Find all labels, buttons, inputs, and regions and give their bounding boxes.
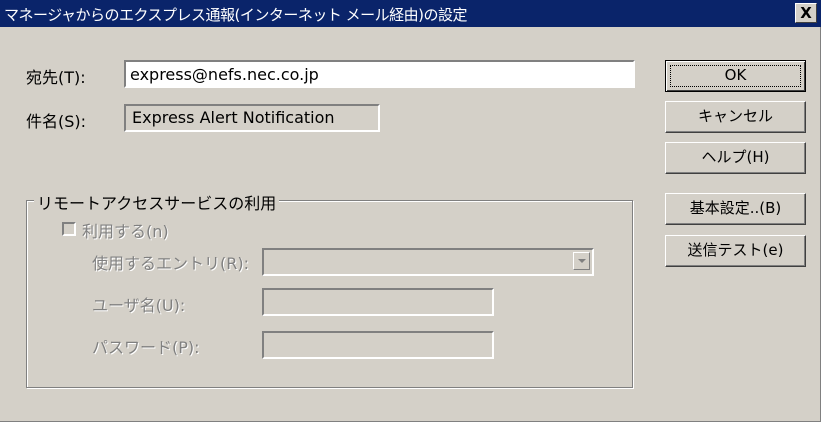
- close-button[interactable]: X: [795, 3, 817, 23]
- send-test-button[interactable]: 送信テスト(e): [665, 235, 806, 267]
- remote-access-group-title: リモートアクセスサービスの利用: [34, 190, 280, 214]
- destination-input[interactable]: [126, 62, 633, 86]
- password-field[interactable]: [262, 331, 494, 359]
- username-label: ユーザ名(U):: [92, 296, 186, 315]
- ok-button[interactable]: OK: [665, 60, 806, 92]
- use-remote-access-checkbox[interactable]: [62, 222, 76, 236]
- subject-label: 件名(S):: [26, 112, 87, 131]
- subject-value: Express Alert Notification: [132, 108, 335, 127]
- username-field[interactable]: [262, 288, 494, 316]
- cancel-button[interactable]: キャンセル: [665, 101, 806, 133]
- use-remote-access-label: 利用する(n): [82, 222, 169, 241]
- destination-label: 宛先(T):: [26, 68, 86, 87]
- focus-rectangle: [670, 65, 801, 87]
- help-button[interactable]: ヘルプ(H): [665, 142, 806, 174]
- email-alert-settings-dialog: マネージャからのエクスプレス通報(インターネット メール経由)の設定 X 宛先(…: [0, 0, 821, 422]
- password-label: パスワード(P):: [92, 338, 200, 357]
- window-title: マネージャからのエクスプレス通報(インターネット メール経由)の設定: [4, 6, 467, 24]
- entry-label: 使用するエントリ(R):: [92, 254, 249, 273]
- entry-dropdown[interactable]: [262, 248, 594, 276]
- chevron-down-icon[interactable]: [573, 252, 590, 270]
- basic-settings-button[interactable]: 基本設定..(B): [665, 193, 806, 225]
- destination-field-frame: [124, 60, 635, 88]
- title-bar[interactable]: マネージャからのエクスプレス通報(インターネット メール経由)の設定 X: [0, 0, 821, 27]
- subject-field: Express Alert Notification: [124, 104, 380, 132]
